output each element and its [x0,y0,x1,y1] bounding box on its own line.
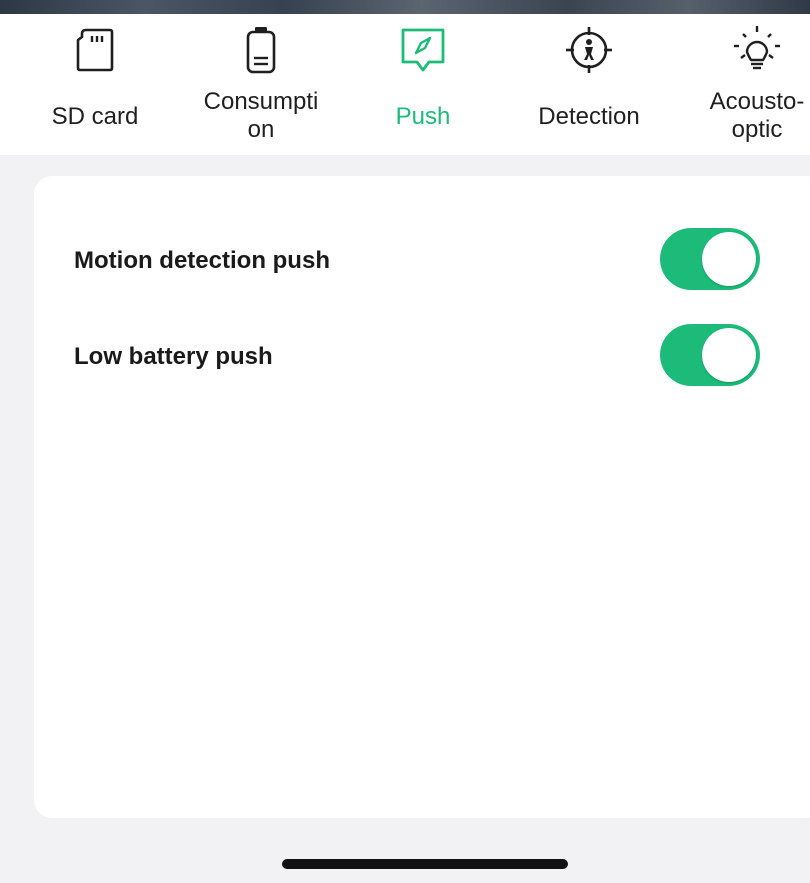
tab-push[interactable]: Push [370,14,476,155]
setting-label: Low battery push [74,343,273,370]
settings-tab-bar: SD card Consumpti on Push Detection Acou… [0,14,810,155]
battery-icon [235,24,287,76]
motion-detection-push-toggle[interactable] [660,228,760,290]
tab-label: Push [395,103,451,130]
tab-detection[interactable]: Detection [522,14,656,155]
camera-preview-strip [0,0,810,14]
tab-label: Acousto- optic [709,88,805,143]
sd-card-icon [69,24,121,76]
tab-consumption[interactable]: Consumpti on [186,14,336,155]
detection-icon [563,24,615,76]
tab-label: Consumpti on [203,88,319,143]
setting-row-low-battery-push: Low battery push [34,324,794,388]
setting-row-motion-detection-push: Motion detection push [34,228,794,292]
push-settings-card: Motion detection push Low battery push [34,176,810,818]
toggle-knob [702,328,756,382]
tab-label: Detection [538,103,640,130]
toggle-knob [702,232,756,286]
tab-sd-card[interactable]: SD card [40,14,150,155]
light-bulb-icon [731,24,783,76]
tab-label: SD card [51,103,139,130]
home-indicator [282,859,568,869]
tab-acousto-optic[interactable]: Acousto- optic [690,14,810,155]
low-battery-push-toggle[interactable] [660,324,760,386]
push-message-icon [397,24,449,76]
setting-label: Motion detection push [74,247,330,274]
